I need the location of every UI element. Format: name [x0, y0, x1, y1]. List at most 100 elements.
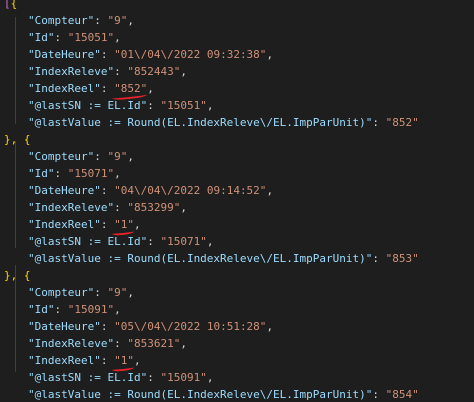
colon: :: [372, 116, 386, 129]
colon: :: [100, 354, 115, 367]
object-separator-line[interactable]: }, {: [4, 267, 31, 284]
comma: ,: [127, 286, 134, 299]
colon: :: [100, 218, 115, 231]
object-separator: }, {: [4, 269, 31, 282]
json-key: "@lastSN := EL.Id": [28, 99, 148, 112]
comma: ,: [180, 201, 187, 214]
json-value: "853299": [127, 201, 181, 214]
code-line-indexreel[interactable]: "IndexReel": "1",: [28, 352, 141, 373]
object-separator: }, {: [4, 133, 31, 146]
code-line-id[interactable]: "Id": "15051",: [28, 29, 121, 46]
comma: ,: [127, 150, 134, 163]
code-line-lastsn[interactable]: "@lastSN := EL.Id": "15091",: [28, 369, 213, 386]
json-value: "15051": [67, 31, 115, 44]
bracket-open: [: [4, 0, 11, 10]
colon: :: [114, 337, 128, 350]
brace-open: {: [10, 0, 18, 10]
json-key: "Compteur": [28, 150, 95, 163]
json-value: "854": [385, 388, 419, 401]
colon: :: [372, 388, 386, 401]
comma: ,: [114, 167, 121, 180]
json-key: "IndexReel": [28, 82, 101, 95]
json-value-datetime: "04\/04\/2022 09:14:52": [114, 184, 267, 197]
colon: :: [147, 99, 161, 112]
json-key: "IndexReel": [28, 354, 101, 367]
json-key: "IndexReel": [28, 218, 101, 231]
colon: :: [54, 303, 68, 316]
json-key: "IndexReleve": [28, 337, 115, 350]
code-line-compteur[interactable]: "Compteur": "9",: [28, 284, 134, 301]
json-value: "9": [107, 14, 128, 27]
code-line-indexreel[interactable]: "IndexReel": "852",: [28, 80, 154, 101]
colon: :: [100, 320, 115, 333]
json-key: "Id": [28, 303, 55, 316]
json-key: "Id": [28, 31, 55, 44]
code-line-indexreleve[interactable]: "IndexReleve": "852443",: [28, 63, 187, 80]
array-open-line[interactable]: [{: [4, 0, 17, 12]
comma: ,: [206, 235, 214, 248]
comma: ,: [114, 31, 121, 44]
colon: :: [147, 235, 161, 248]
json-value: "15071": [67, 167, 115, 180]
comma: ,: [147, 82, 154, 95]
json-code-editor[interactable]: [{"Compteur": "9", "Id": "15051", "DateHeu…: [0, 0, 474, 402]
indent-guide: [15, 17, 16, 124]
code-line-dateheure[interactable]: "DateHeure": "01\/04\/2022 09:32:38",: [28, 46, 273, 63]
comma: ,: [180, 337, 187, 350]
json-value: "9": [107, 150, 128, 163]
json-key: "@lastSN := EL.Id": [28, 235, 148, 248]
colon: :: [147, 371, 161, 384]
json-key: "Compteur": [28, 286, 95, 299]
json-value: "15091": [67, 303, 115, 316]
colon: :: [100, 48, 115, 61]
comma: ,: [133, 354, 141, 367]
colon: :: [94, 14, 108, 27]
code-line-indexreel[interactable]: "IndexReel": "1",: [28, 216, 141, 237]
code-line-dateheure[interactable]: "DateHeure": "04\/04\/2022 09:14:52",: [28, 182, 273, 199]
comma: ,: [266, 184, 274, 197]
colon: :: [54, 31, 68, 44]
code-line-compteur[interactable]: "Compteur": "9",: [28, 12, 134, 29]
colon: :: [100, 82, 115, 95]
comma: ,: [266, 48, 274, 61]
json-key: "@lastValue := Round(EL.IndexReleve\/EL.…: [28, 388, 373, 401]
code-line-id[interactable]: "Id": "15091",: [28, 301, 121, 318]
code-line-lastsn[interactable]: "@lastSN := EL.Id": "15071",: [28, 233, 213, 250]
comma: ,: [180, 65, 187, 78]
code-line-lastvalue[interactable]: "@lastValue := Round(EL.IndexReleve\/EL.…: [28, 386, 419, 402]
json-value: "15051": [160, 99, 207, 112]
json-value: "852": [385, 116, 419, 129]
code-line-dateheure[interactable]: "DateHeure": "05\/04\/2022 10:51:28",: [28, 318, 273, 335]
json-key: "DateHeure": [28, 320, 101, 333]
json-key: "IndexReleve": [28, 201, 115, 214]
json-value: "9": [107, 286, 128, 299]
comma: ,: [206, 99, 214, 112]
json-key: "@lastSN := EL.Id": [28, 371, 148, 384]
colon: :: [114, 201, 128, 214]
json-key: "@lastValue := Round(EL.IndexReleve\/EL.…: [28, 252, 373, 265]
colon: :: [94, 286, 108, 299]
json-value-datetime: "05\/04\/2022 10:51:28": [114, 320, 267, 333]
json-key: "DateHeure": [28, 184, 101, 197]
colon: :: [100, 184, 115, 197]
json-value: "852443": [127, 65, 181, 78]
code-line-indexreleve[interactable]: "IndexReleve": "853621",: [28, 335, 187, 352]
code-line-id[interactable]: "Id": "15071",: [28, 165, 121, 182]
code-line-lastvalue[interactable]: "@lastValue := Round(EL.IndexReleve\/EL.…: [28, 250, 419, 267]
comma: ,: [206, 371, 214, 384]
indent-guide: [15, 141, 16, 248]
json-value: "853": [385, 252, 419, 265]
colon: :: [372, 252, 386, 265]
code-line-lastsn[interactable]: "@lastSN := EL.Id": "15051",: [28, 97, 213, 114]
code-line-lastvalue[interactable]: "@lastValue := Round(EL.IndexReleve\/EL.…: [28, 114, 419, 131]
json-key: "Compteur": [28, 14, 95, 27]
json-value-datetime: "01\/04\/2022 09:32:38": [114, 48, 267, 61]
json-key: "Id": [28, 167, 55, 180]
object-separator-line[interactable]: }, {: [4, 131, 31, 148]
json-key: "DateHeure": [28, 48, 101, 61]
json-key: "@lastValue := Round(EL.IndexReleve\/EL.…: [28, 116, 373, 129]
comma: ,: [133, 218, 141, 231]
json-value: "15071": [160, 235, 207, 248]
code-line-compteur[interactable]: "Compteur": "9",: [28, 148, 134, 165]
code-line-indexreleve[interactable]: "IndexReleve": "853299",: [28, 199, 187, 216]
